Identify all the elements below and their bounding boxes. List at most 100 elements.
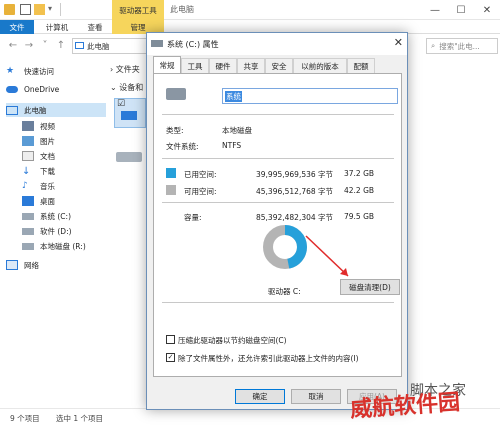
volume-name-input[interactable]: 系统 bbox=[222, 88, 398, 104]
dialog-close-button[interactable]: ✕ bbox=[394, 36, 403, 49]
drive-icon bbox=[22, 212, 34, 220]
sidebar-item-music[interactable]: ♪ 音乐 bbox=[22, 179, 55, 193]
disk-usage-donut bbox=[263, 225, 307, 269]
address-text: 此电脑 bbox=[87, 41, 110, 51]
up-arrow-icon[interactable]: ↑ bbox=[54, 38, 68, 52]
sidebar-item-drive-r[interactable]: 本地磁盘 (R:) bbox=[22, 239, 86, 253]
drive-icon bbox=[166, 88, 186, 100]
divider bbox=[162, 202, 394, 203]
sidebar-item-drive-c[interactable]: 系统 (C:) bbox=[22, 209, 71, 223]
sidebar-item-pictures[interactable]: 图片 bbox=[22, 134, 55, 148]
address-box[interactable]: 此电脑 bbox=[72, 38, 152, 54]
divider bbox=[162, 114, 394, 115]
tab-view[interactable]: 查看 bbox=[80, 20, 110, 34]
drive-icon bbox=[22, 227, 34, 235]
desktop-icon bbox=[22, 196, 34, 206]
search-input[interactable]: ⌕ 搜索"此电... bbox=[426, 38, 498, 54]
cloud-icon bbox=[6, 85, 18, 93]
selected-count: 选中 1 个项目 bbox=[56, 414, 104, 423]
sidebar-item-videos[interactable]: 视频 bbox=[22, 119, 55, 133]
used-space-swatch bbox=[166, 168, 176, 178]
network-icon bbox=[6, 260, 18, 270]
compress-label: 压缩此驱动器以节约磁盘空间(C) bbox=[178, 336, 287, 345]
search-icon: ⌕ bbox=[431, 41, 436, 50]
filesystem-value: NTFS bbox=[222, 141, 242, 150]
close-button[interactable]: ✕ bbox=[474, 0, 500, 20]
sidebar-item-drive-d[interactable]: 软件 (D:) bbox=[22, 224, 72, 238]
free-space-swatch bbox=[166, 185, 176, 195]
download-arrow-icon: ↓ bbox=[22, 166, 31, 177]
tab-hardware[interactable]: 硬件 bbox=[209, 58, 237, 73]
contextual-tab-drive-tools: 驱动器工具 bbox=[112, 0, 164, 20]
capacity-bytes: 85,392,482,304 字节 bbox=[256, 213, 334, 222]
drive-c-tile[interactable]: ☑ bbox=[114, 98, 146, 128]
folder-icon bbox=[4, 4, 15, 15]
picture-folder-icon bbox=[22, 136, 34, 146]
free-space-bytes: 45,396,512,768 字节 bbox=[256, 187, 334, 196]
sidebar-item-network[interactable]: 网络 bbox=[6, 258, 39, 272]
sidebar-item-onedrive[interactable]: OneDrive bbox=[6, 82, 59, 96]
tab-file[interactable]: 文件 bbox=[0, 20, 34, 34]
windows-logo-icon bbox=[121, 111, 137, 120]
chevron-down-icon: ⌄ bbox=[110, 83, 117, 92]
tab-security[interactable]: 安全 bbox=[265, 58, 293, 73]
minimize-button[interactable]: — bbox=[422, 0, 448, 20]
used-space-bytes: 39,995,969,536 字节 bbox=[256, 170, 334, 179]
capacity-gb: 79.5 GB bbox=[344, 212, 375, 221]
navigation-pane: ★ 快速访问 OneDrive 此电脑 视频 图片 文档 ↓ 下载 ♪ 音乐 桌… bbox=[0, 58, 108, 408]
used-space-gb: 37.2 GB bbox=[344, 169, 375, 178]
forward-arrow-icon[interactable]: → bbox=[22, 38, 36, 52]
tab-sharing[interactable]: 共享 bbox=[237, 58, 265, 73]
general-panel: 系统 类型: 本地磁盘 文件系统: NTFS 已用空间: 39,995,969,… bbox=[153, 73, 402, 377]
chevron-down-icon[interactable]: ▾ bbox=[48, 4, 59, 15]
star-icon: ★ bbox=[6, 66, 15, 76]
separator bbox=[60, 3, 61, 16]
index-label: 除了文件属性外，还允许索引此驱动器上文件的内容(I) bbox=[178, 354, 359, 363]
dialog-title: 系统 (C:) 属性 bbox=[167, 39, 219, 49]
tab-quota[interactable]: 配额 bbox=[347, 58, 375, 73]
tab-computer[interactable]: 计算机 bbox=[40, 20, 74, 34]
compress-checkbox[interactable] bbox=[166, 335, 175, 344]
drive-icon[interactable] bbox=[116, 152, 142, 162]
sidebar-item-desktop[interactable]: 桌面 bbox=[22, 194, 55, 208]
type-label: 类型: bbox=[166, 126, 184, 135]
divider bbox=[162, 302, 394, 303]
tab-previous-versions[interactable]: 以前的版本 bbox=[293, 58, 347, 73]
filesystem-label: 文件系统: bbox=[166, 142, 199, 151]
sidebar-item-downloads[interactable]: ↓ 下载 bbox=[22, 164, 55, 178]
divider bbox=[162, 158, 394, 159]
new-folder-icon[interactable] bbox=[34, 4, 45, 15]
chevron-right-icon: › bbox=[110, 65, 114, 74]
checkbox-icon: ☑ bbox=[117, 99, 126, 109]
sidebar-item-quick-access[interactable]: ★ 快速访问 bbox=[6, 64, 54, 78]
free-space-label: 可用空间: bbox=[184, 187, 217, 196]
used-space-label: 已用空间: bbox=[184, 170, 217, 179]
section-devices-header[interactable]: ⌄ 设备和 bbox=[110, 82, 143, 93]
dialog-titlebar: 系统 (C:) 属性 bbox=[147, 33, 407, 55]
annotation-arrow bbox=[305, 235, 349, 277]
tab-tools[interactable]: 工具 bbox=[181, 58, 209, 73]
back-arrow-icon[interactable]: ← bbox=[6, 38, 20, 52]
sidebar-item-documents[interactable]: 文档 bbox=[22, 149, 55, 163]
chevron-down-icon[interactable]: ˅ bbox=[38, 38, 52, 52]
properties-dialog: 系统 (C:) 属性 ✕ 常规 工具 硬件 共享 安全 以前的版本 配额 系统 … bbox=[146, 32, 408, 410]
drive-letter-label: 驱动器 C: bbox=[268, 287, 301, 296]
index-checkbox[interactable]: ✓ bbox=[166, 353, 175, 362]
properties-icon[interactable] bbox=[20, 4, 31, 15]
cancel-button[interactable]: 取消 bbox=[291, 389, 341, 404]
type-value: 本地磁盘 bbox=[222, 126, 252, 135]
maximize-button[interactable]: ☐ bbox=[448, 0, 474, 20]
tab-general[interactable]: 常规 bbox=[153, 56, 181, 73]
capacity-label: 容量: bbox=[184, 213, 202, 222]
document-folder-icon bbox=[22, 151, 34, 161]
window-title: 此电脑 bbox=[170, 5, 194, 14]
drive-icon bbox=[22, 242, 34, 250]
drive-icon bbox=[151, 40, 163, 47]
section-folders-header[interactable]: › 文件夹 bbox=[110, 64, 140, 75]
free-space-gb: 42.2 GB bbox=[344, 186, 375, 195]
ok-button[interactable]: 确定 bbox=[235, 389, 285, 404]
item-count: 9 个项目 bbox=[10, 414, 40, 423]
computer-icon bbox=[6, 105, 18, 115]
search-placeholder: 搜索"此电... bbox=[439, 41, 480, 51]
sidebar-item-this-pc[interactable]: 此电脑 bbox=[6, 103, 106, 117]
